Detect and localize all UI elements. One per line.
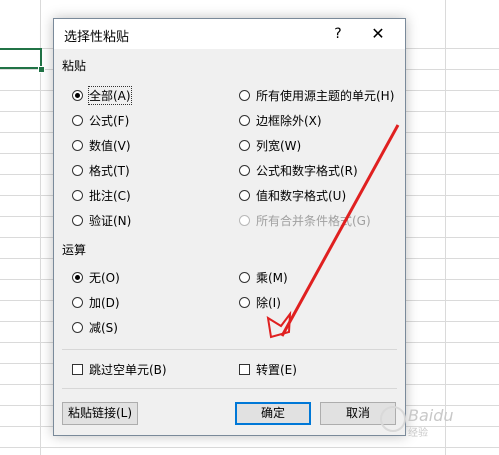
option-label: 加(D) xyxy=(89,295,120,310)
radio-icon xyxy=(72,296,83,308)
option-label: 乘(M) xyxy=(256,270,288,285)
help-icon[interactable]: ? xyxy=(326,23,350,45)
option-label: 边框除外(X) xyxy=(256,113,322,128)
option-label: 格式(T) xyxy=(89,163,130,178)
close-icon[interactable]: ✕ xyxy=(365,23,391,45)
active-cell[interactable] xyxy=(0,48,42,69)
checkbox-icon xyxy=(72,363,83,375)
paste-section-label: 粘贴 xyxy=(62,59,87,73)
radio-paste-values[interactable]: 数值(V) xyxy=(72,136,131,154)
radio-icon xyxy=(239,189,250,201)
radio-paste-source-theme[interactable]: 所有使用源主题的单元(H) xyxy=(239,86,394,104)
radio-paste-column-widths[interactable]: 列宽(W) xyxy=(239,136,301,154)
option-label: 数值(V) xyxy=(89,138,131,153)
option-label: 减(S) xyxy=(89,320,118,335)
radio-icon xyxy=(72,214,83,226)
fill-handle[interactable] xyxy=(38,66,45,73)
radio-icon xyxy=(72,271,83,283)
radio-icon xyxy=(239,139,250,151)
option-label: 跳过空单元(B) xyxy=(89,362,167,377)
radio-icon xyxy=(72,189,83,201)
option-label: 公式(F) xyxy=(89,113,130,128)
radio-icon xyxy=(72,321,83,333)
radio-paste-all[interactable]: 全部(A) xyxy=(72,85,132,105)
option-label: 所有使用源主题的单元(H) xyxy=(256,88,395,103)
option-label: 批注(C) xyxy=(89,188,131,203)
option-label: 验证(N) xyxy=(89,213,132,228)
radio-operation-multiply[interactable]: 乘(M) xyxy=(239,268,288,286)
radio-operation-none[interactable]: 无(O) xyxy=(72,268,120,286)
checkbox-icon xyxy=(239,363,250,375)
option-label: 全部(A) xyxy=(88,85,132,105)
option-label: 公式和数字格式(R) xyxy=(256,163,358,178)
baidu-logo-icon xyxy=(380,406,406,432)
radio-icon xyxy=(72,89,83,101)
radio-paste-comments[interactable]: 批注(C) xyxy=(72,186,131,204)
watermark-subtext: 经验 xyxy=(408,428,428,439)
radio-icon xyxy=(239,89,250,101)
option-label: 转置(E) xyxy=(256,362,297,377)
checkbox-transpose[interactable]: 转置(E) xyxy=(239,360,297,378)
ok-button[interactable]: 确定 xyxy=(235,402,311,425)
grid-line xyxy=(445,0,446,455)
radio-operation-subtract[interactable]: 减(S) xyxy=(72,318,118,336)
separator xyxy=(62,388,397,389)
title-bar: 选择性粘贴 ? ✕ xyxy=(54,19,405,49)
paste-link-button[interactable]: 粘贴链接(L) xyxy=(62,402,138,425)
radio-paste-formats[interactable]: 格式(T) xyxy=(72,161,130,179)
radio-paste-except-borders[interactable]: 边框除外(X) xyxy=(239,111,322,129)
operation-section-label: 运算 xyxy=(62,243,87,257)
radio-paste-validation[interactable]: 验证(N) xyxy=(72,211,131,229)
radio-paste-formulas[interactable]: 公式(F) xyxy=(72,111,129,129)
checkbox-skip-blanks[interactable]: 跳过空单元(B) xyxy=(72,360,167,378)
option-label: 值和数字格式(U) xyxy=(256,188,347,203)
separator xyxy=(62,349,397,350)
radio-icon xyxy=(72,164,83,176)
grid-line xyxy=(0,447,499,448)
radio-operation-divide[interactable]: 除(I) xyxy=(239,293,281,311)
option-label: 除(I) xyxy=(256,295,281,310)
radio-icon xyxy=(239,296,250,308)
radio-operation-add[interactable]: 加(D) xyxy=(72,293,120,311)
radio-icon xyxy=(72,114,83,126)
paste-special-dialog: 选择性粘贴 ? ✕ 粘贴 全部(A) 公式(F) 数值(V) 格式(T) 批注(… xyxy=(53,18,406,436)
radio-paste-values-number-formats[interactable]: 值和数字格式(U) xyxy=(239,186,346,204)
option-label: 所有合并条件格式(G) xyxy=(256,213,371,228)
dialog-title: 选择性粘贴 xyxy=(64,30,130,45)
radio-paste-merge-conditional-formats: 所有合并条件格式(G) xyxy=(239,211,371,229)
radio-paste-formulas-number-formats[interactable]: 公式和数字格式(R) xyxy=(239,161,358,179)
radio-icon xyxy=(239,114,250,126)
radio-icon xyxy=(72,139,83,151)
radio-icon xyxy=(239,271,250,283)
watermark-text: Baidu xyxy=(408,406,454,425)
option-label: 无(O) xyxy=(89,270,120,285)
radio-icon xyxy=(239,164,250,176)
radio-icon xyxy=(239,214,250,226)
watermark: Baidu 经验 xyxy=(378,400,496,440)
option-label: 列宽(W) xyxy=(256,138,302,153)
